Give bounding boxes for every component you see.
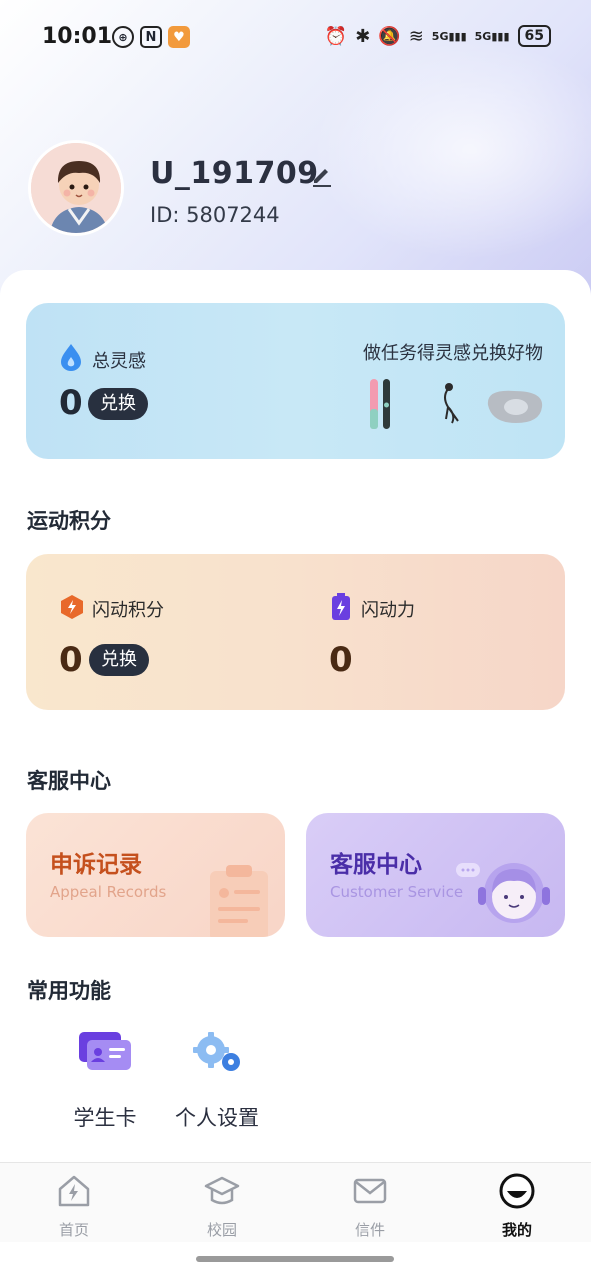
inspiration-title: 总灵感 (92, 351, 146, 372)
profile-face-icon (499, 1173, 535, 1209)
inspiration-value: 0 (59, 383, 83, 423)
tab-mine-label: 我的 (501, 1221, 532, 1239)
status-time: 10:01 (42, 24, 113, 49)
clipboard-icon (210, 865, 268, 937)
personal-settings-label: 个人设置 (175, 1106, 259, 1130)
customer-service-title: 客服中心 (330, 852, 422, 878)
tab-campus-label: 校园 (206, 1221, 237, 1239)
status-notification-icons: ⊕ N ♥ (112, 26, 190, 48)
appeal-records-subtitle: Appeal Records (50, 883, 167, 901)
student-card-item[interactable]: 学生卡 (50, 1028, 160, 1132)
sport-points-label: 闪动积分 (92, 600, 164, 621)
vpn-icon: ⊕ (112, 26, 134, 48)
wifi-icon: ≋ (408, 25, 424, 47)
sport-exchange-button[interactable]: 兑换 (89, 644, 149, 676)
agent-headset-icon (456, 863, 550, 923)
home-lightning-icon (58, 1175, 90, 1207)
inspiration-card[interactable]: 总灵感 0 兑换 做任务得灵感兑换好物 (26, 303, 565, 459)
sport-section-title: 运动积分 (27, 509, 111, 533)
signal-icon-1: 5G▮▮▮ (431, 29, 467, 43)
mute-icon: 🔕 (378, 25, 401, 47)
tab-mail[interactable]: 信件 (330, 1173, 410, 1240)
appeal-records-card[interactable]: 申诉记录 Appeal Records (26, 813, 285, 937)
sport-points-value: 0 (59, 640, 83, 680)
inspiration-subtitle: 做任务得灵感兑换好物 (363, 343, 543, 364)
tab-mail-label: 信件 (354, 1221, 385, 1239)
tab-home-label: 首页 (58, 1221, 89, 1239)
common-section-title: 常用功能 (27, 979, 111, 1003)
customer-service-subtitle: Customer Service (330, 883, 464, 901)
sport-power-value: 0 (329, 640, 353, 680)
bluetooth-icon: ✱ (355, 25, 371, 47)
lightning-hexagon-icon (61, 595, 83, 619)
edit-icon[interactable] (311, 163, 333, 187)
settings-gear-icon (193, 1032, 240, 1071)
home-indicator[interactable] (196, 1256, 394, 1262)
alarm-icon: ⏰ (324, 25, 348, 47)
tab-home[interactable]: 首页 (34, 1173, 114, 1240)
health-app-icon: ♥ (168, 26, 190, 48)
status-system-icons: ⏰ ✱ 🔕 ≋ 5G▮▮▮ 5G▮▮▮ 65 (325, 25, 551, 47)
sport-power-label: 闪动力 (361, 600, 415, 621)
rewards-goods-icon (370, 379, 543, 429)
personal-settings-item[interactable]: 个人设置 (162, 1028, 272, 1132)
signal-icon-2: 5G▮▮▮ (474, 29, 510, 43)
sport-points-card[interactable]: 闪动积分 0 兑换 闪动力 0 (26, 554, 565, 710)
customer-service-card[interactable]: 客服中心 Customer Service (306, 813, 565, 937)
student-card-label: 学生卡 (73, 1106, 137, 1130)
username: U_191709 (150, 156, 319, 191)
user-id: ID: 5807244 (150, 203, 280, 227)
tab-mine[interactable]: 我的 (477, 1173, 557, 1240)
bottom-tab-bar: 首页 校园 信件 我的 (0, 1162, 591, 1242)
status-bar: 10:01 ⊕ N ♥ ⏰ ✱ 🔕 ≋ 5G▮▮▮ 5G▮▮▮ 65 (0, 0, 591, 76)
graduation-cap-icon (204, 1176, 240, 1205)
avatar[interactable] (28, 140, 124, 236)
flame-drop-icon (61, 344, 81, 371)
battery-lightning-icon (332, 593, 350, 620)
appeal-records-title: 申诉记录 (50, 852, 142, 878)
inspiration-exchange-button[interactable]: 兑换 (88, 388, 148, 420)
student-card-icon (79, 1032, 131, 1070)
nfc-icon: N (140, 26, 162, 48)
tab-campus[interactable]: 校园 (182, 1173, 262, 1240)
service-section-title: 客服中心 (27, 769, 111, 793)
battery-icon: 65 (517, 25, 551, 47)
mail-icon (353, 1178, 387, 1204)
